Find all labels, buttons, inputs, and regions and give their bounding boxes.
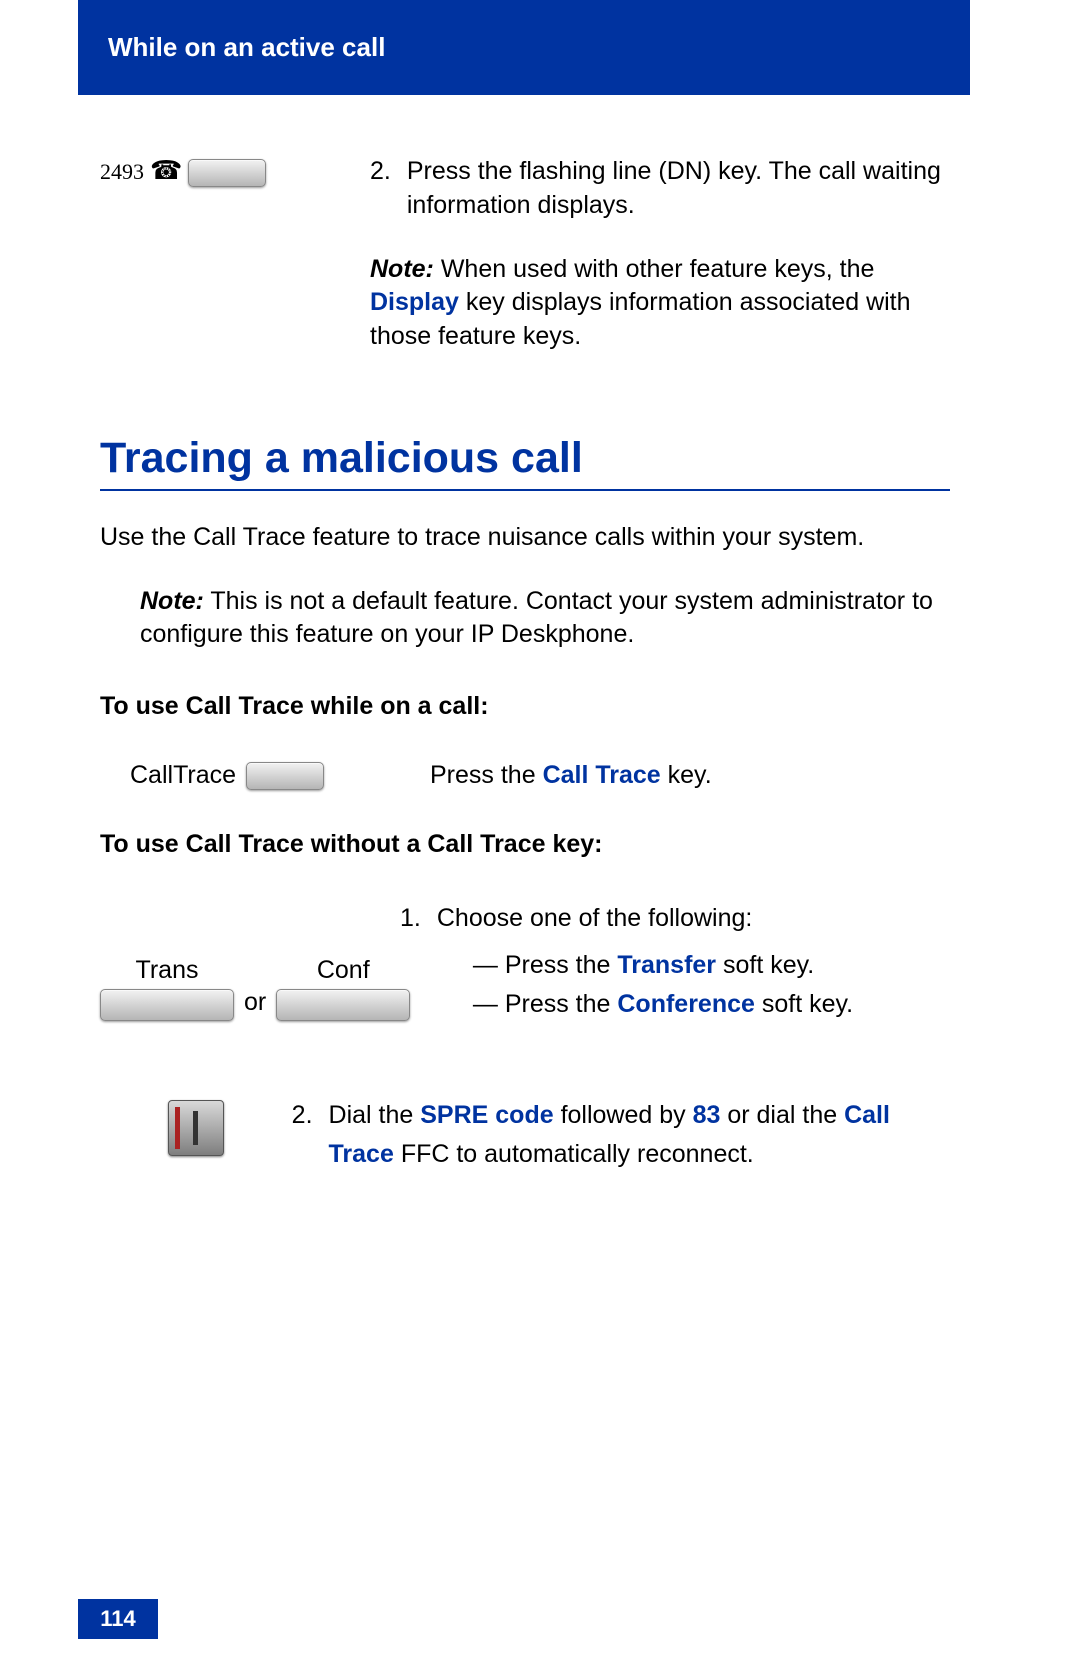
note2-label: Note: (140, 587, 204, 615)
conf-col: Conf (276, 956, 410, 1021)
trans-col: Trans (100, 956, 234, 1021)
dial-text: 2. Dial the SPRE code followed by 83 or … (292, 1096, 950, 1174)
display-key-name: Display (370, 288, 459, 316)
trans-conf-illustration: Trans or Conf (100, 899, 400, 1048)
header-title: While on an active call (108, 32, 385, 63)
note1: Note: When used with other feature keys,… (370, 253, 950, 354)
step2-body: Press the flashing line (DN) key. The ca… (407, 155, 950, 223)
header-bar: While on an active call (78, 0, 970, 95)
phone-icon: ☎ (150, 157, 182, 183)
calltrace-key-label: CallTrace (130, 761, 236, 790)
step2-row: 2493 ☎ 2. Press the flashing line (DN) k… (100, 155, 950, 354)
opt2-before: Press the (505, 990, 618, 1018)
choose-opt-1: Press the Transfer soft key. (473, 946, 853, 985)
conf-softkey-icon (276, 989, 410, 1021)
trans-conf-row: Trans or Conf 1. Choose one of the follo… (100, 899, 950, 1048)
transfer-key-name: Transfer (617, 951, 716, 979)
note2: Note: This is not a default feature. Con… (140, 585, 940, 653)
choose-list: Press the Transfer soft key. Press the C… (437, 946, 853, 1024)
line-key-icon (188, 159, 266, 187)
section-heading: Tracing a malicious call (100, 434, 950, 491)
ct-after: key. (661, 761, 712, 789)
opt1-after: soft key. (716, 951, 814, 979)
calltrace-key-name: Call Trace (543, 761, 661, 789)
code-83-key-name: 83 (693, 1101, 721, 1129)
trans-softkey-icon (100, 989, 234, 1021)
opt2-after: soft key. (755, 990, 853, 1018)
note2-text: This is not a default feature. Contact y… (140, 587, 933, 649)
calltrace-row: CallTrace Press the Call Trace key. (100, 761, 950, 790)
choose-lead: Choose one of the following: (437, 904, 753, 932)
spre-code-key-name: SPRE code (420, 1101, 553, 1129)
conf-label: Conf (317, 956, 370, 985)
page-content: 2493 ☎ 2. Press the flashing line (DN) k… (100, 150, 950, 1174)
dial-t2: followed by (554, 1101, 693, 1129)
subhead-2: To use Call Trace without a Call Trace k… (100, 830, 950, 859)
document-page: While on an active call 2493 ☎ 2. Press … (0, 0, 1080, 1669)
dial-row: 2. Dial the SPRE code followed by 83 or … (100, 1096, 950, 1174)
step2-number: 2. (370, 155, 391, 223)
dn-key-illustration: 2493 ☎ (100, 155, 370, 354)
calltrace-key-icon (246, 762, 324, 790)
trans-label: Trans (136, 956, 199, 985)
dial-t4: FFC to automatically reconnect. (394, 1140, 754, 1168)
choose-opt-2: Press the Conference soft key. (473, 985, 853, 1024)
note1-label: Note: (370, 255, 434, 283)
dial-t1: Dial the (329, 1101, 421, 1129)
dial-t3: or dial the (720, 1101, 844, 1129)
step2b-number: 2. (292, 1096, 313, 1174)
page-number: 114 (78, 1599, 158, 1639)
dial-icon-col (100, 1096, 292, 1174)
intro-paragraph: Use the Call Trace feature to trace nuis… (100, 521, 950, 555)
dn-number: 2493 (100, 159, 144, 185)
opt1-before: Press the (505, 951, 618, 979)
calltrace-key-illustration: CallTrace (100, 761, 430, 790)
conference-key-name: Conference (617, 990, 755, 1018)
calltrace-instruction: Press the Call Trace key. (430, 761, 950, 790)
choose-text: 1. Choose one of the following: Press th… (400, 899, 853, 1048)
step1-number: 1. (400, 899, 421, 1048)
subhead-1: To use Call Trace while on a call: (100, 692, 950, 721)
note1-before: When used with other feature keys, the (434, 255, 875, 283)
ct-before: Press the (430, 761, 543, 789)
or-label: or (244, 960, 266, 1017)
step2-text: 2. Press the flashing line (DN) key. The… (370, 155, 950, 354)
dialpad-icon (168, 1100, 224, 1156)
